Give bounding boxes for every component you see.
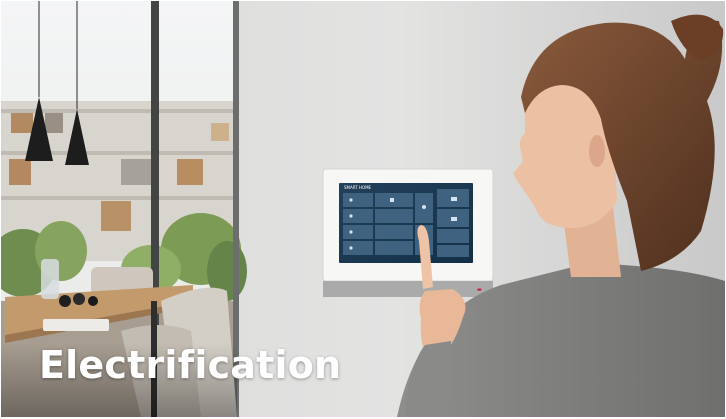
panel-screen-title: SMART HOME: [344, 185, 372, 190]
photo-frame: SMART HOME ▬ Electrification: [1, 1, 725, 417]
touch-panel: SMART HOME ▬: [322, 168, 494, 297]
caption-title: Electrification: [39, 343, 342, 387]
svg-text:▬: ▬: [477, 287, 482, 293]
